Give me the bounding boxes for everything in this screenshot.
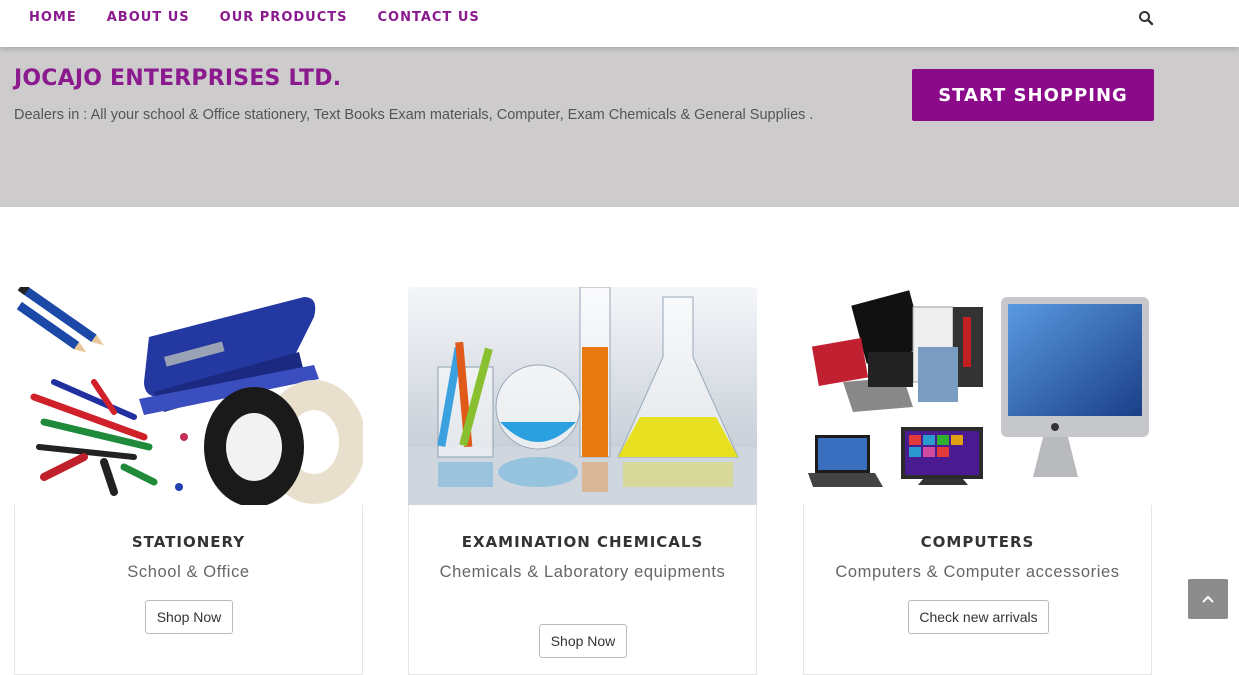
card-subtitle: School & Office [127, 563, 250, 581]
nav-contact-us[interactable]: CONTACT US [378, 10, 480, 25]
product-card-chemicals: EXAMINATION CHEMICALS Chemicals & Labora… [408, 287, 757, 675]
product-card-stationery: STATIONERY School & Office Shop Now [14, 287, 363, 675]
card-body: EXAMINATION CHEMICALS Chemicals & Labora… [408, 505, 757, 675]
search-icon[interactable] [1138, 10, 1154, 26]
nav-home[interactable]: HOME [29, 10, 77, 25]
hero-banner: JOCAJO ENTERPRISES LTD. Dealers in : All… [0, 47, 1239, 207]
nav-menu: HOME ABOUT US OUR PRODUCTS CONTACT US [29, 10, 510, 25]
company-description: Dealers in : All your school & Office st… [14, 107, 814, 123]
shop-now-button[interactable]: Shop Now [539, 624, 627, 658]
start-shopping-button[interactable]: START SHOPPING [912, 69, 1154, 121]
card-body: COMPUTERS Computers & Computer accessori… [803, 505, 1152, 675]
top-navigation: HOME ABOUT US OUR PRODUCTS CONTACT US [0, 0, 1239, 47]
computers-image[interactable] [803, 287, 1152, 505]
card-body: STATIONERY School & Office Shop Now [14, 505, 363, 675]
product-card-computers: COMPUTERS Computers & Computer accessori… [803, 287, 1152, 675]
card-subtitle: Chemicals & Laboratory equipments [439, 563, 726, 581]
stationery-image[interactable] [14, 287, 363, 505]
card-title: EXAMINATION CHEMICALS [461, 533, 704, 551]
card-title: COMPUTERS [920, 533, 1035, 551]
chevron-up-icon [1202, 595, 1214, 603]
check-new-arrivals-button[interactable]: Check new arrivals [908, 600, 1049, 634]
scroll-to-top-button[interactable] [1188, 579, 1228, 619]
nav-our-products[interactable]: OUR PRODUCTS [220, 10, 348, 25]
chemicals-image[interactable] [408, 287, 757, 505]
card-subtitle: Computers & Computer accessories [835, 563, 1120, 581]
shop-now-button[interactable]: Shop Now [145, 600, 233, 634]
card-title: STATIONERY [131, 533, 246, 551]
nav-about-us[interactable]: ABOUT US [107, 10, 190, 25]
company-title: JOCAJO ENTERPRISES LTD. [14, 66, 342, 91]
